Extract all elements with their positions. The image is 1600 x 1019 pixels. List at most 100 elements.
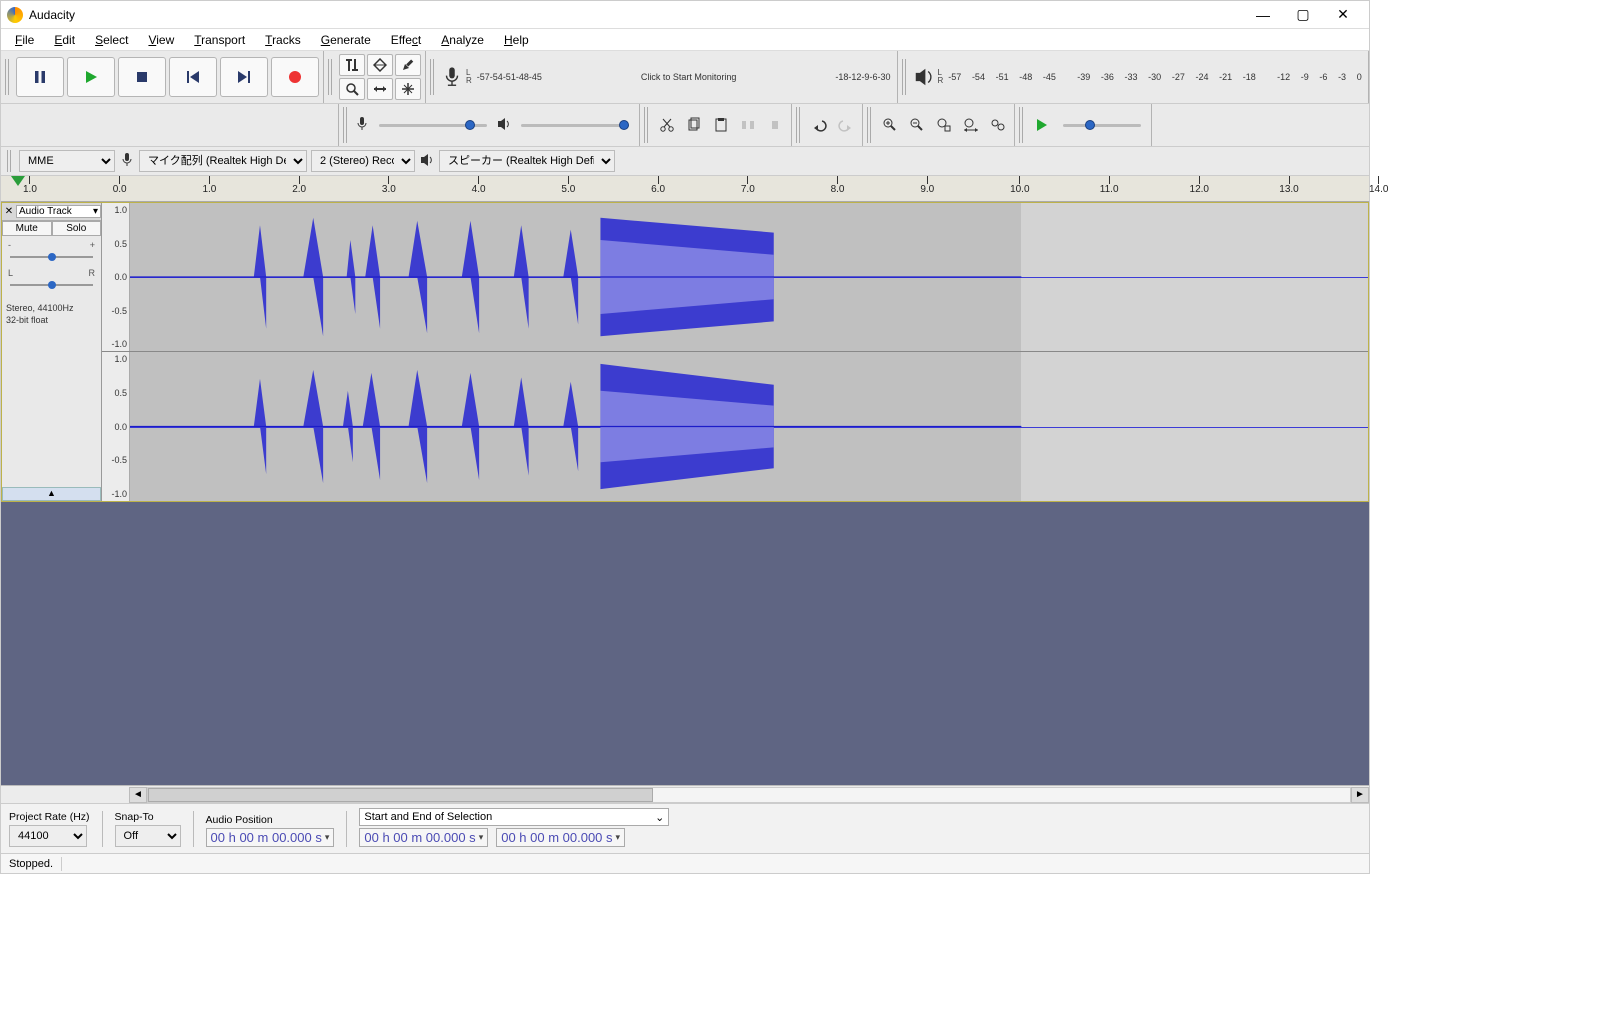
project-rate-select[interactable]: 44100 (9, 825, 87, 847)
ruler-tick: 3.0 (382, 176, 396, 195)
window-maximize-button[interactable]: ▢ (1283, 2, 1323, 28)
speaker-icon[interactable] (913, 66, 935, 88)
trim-button[interactable] (736, 113, 760, 137)
audio-host-select[interactable]: MME (19, 150, 115, 172)
play-button[interactable] (67, 57, 115, 97)
microphone-icon (119, 152, 135, 171)
menu-view[interactable]: View (138, 31, 184, 49)
menu-analyze[interactable]: Analyze (431, 31, 494, 49)
menu-generate[interactable]: Generate (311, 31, 381, 49)
redo-button[interactable] (834, 113, 858, 137)
toolbar-grip[interactable] (644, 107, 650, 143)
timeline-ruler[interactable]: 1.00.01.02.03.04.05.06.07.08.09.010.011.… (1, 176, 1369, 202)
menu-tracks[interactable]: Tracks (255, 31, 311, 49)
pause-button[interactable] (16, 57, 64, 97)
skip-start-button[interactable] (169, 57, 217, 97)
scroll-thumb[interactable] (148, 788, 653, 802)
ruler-tick: 12.0 (1190, 176, 1209, 195)
mixer-sliders (339, 104, 640, 146)
cut-button[interactable] (655, 113, 679, 137)
record-button[interactable] (271, 57, 319, 97)
waveform-channel-left[interactable] (130, 203, 1368, 351)
menu-transport[interactable]: Transport (184, 31, 255, 49)
microphone-icon[interactable] (441, 66, 463, 88)
toolbar-grip[interactable] (7, 150, 13, 172)
record-meter-hint[interactable]: Click to Start Monitoring (542, 72, 836, 82)
fit-selection-button[interactable] (932, 113, 956, 137)
track-name-dropdown[interactable]: Audio Track▾ (16, 205, 101, 218)
ruler-tick: 14.0 (1369, 176, 1388, 195)
toolbar-grip[interactable] (430, 59, 436, 95)
toolbar-grip[interactable] (796, 107, 802, 143)
selection-start-value[interactable]: 00 h 00 m 00.000 s▾ (359, 828, 488, 847)
draw-tool[interactable] (395, 54, 421, 76)
envelope-tool[interactable] (367, 54, 393, 76)
ruler-tick: 6.0 (651, 176, 665, 195)
playback-device-select[interactable]: スピーカー (Realtek High Defir (439, 150, 615, 172)
recording-channels-select[interactable]: 2 (Stereo) Recor (311, 150, 415, 172)
audio-position-value[interactable]: 00 h 00 m 00.000 s▾ (206, 828, 335, 847)
menu-file[interactable]: File (5, 31, 44, 49)
multi-tool[interactable] (395, 78, 421, 100)
recording-volume-slider[interactable] (373, 118, 493, 132)
toolbar-grip[interactable] (5, 59, 11, 95)
selection-tool[interactable] (339, 54, 365, 76)
recording-device-select[interactable]: マイク配列 (Realtek High Def (139, 150, 307, 172)
menu-help[interactable]: Help (494, 31, 539, 49)
copy-button[interactable] (682, 113, 706, 137)
transport-toolbar (1, 51, 324, 103)
track-gain-slider[interactable] (8, 252, 95, 262)
window-title: Audacity (29, 8, 1243, 22)
meter-lr-label: LR (938, 69, 944, 85)
track-pan-slider[interactable] (8, 280, 95, 290)
snap-to-select[interactable]: Off (115, 825, 181, 847)
menu-bar: File Edit Select View Transport Tracks G… (1, 29, 1369, 51)
project-rate-label: Project Rate (Hz) (9, 811, 90, 823)
zoom-in-button[interactable] (878, 113, 902, 137)
zoom-tool[interactable] (339, 78, 365, 100)
menu-edit[interactable]: Edit (44, 31, 85, 49)
selection-end-value[interactable]: 00 h 00 m 00.000 s▾ (496, 828, 625, 847)
horizontal-scrollbar[interactable]: ◄ ► (1, 785, 1369, 803)
window-minimize-button[interactable]: — (1243, 2, 1283, 28)
paste-button[interactable] (709, 113, 733, 137)
timeshift-tool[interactable] (367, 78, 393, 100)
toolbar-grip[interactable] (1019, 107, 1025, 143)
ruler-tick: 4.0 (472, 176, 486, 195)
undo-button[interactable] (807, 113, 831, 137)
track-collapse-button[interactable]: ▲ (2, 487, 101, 501)
selection-mode-select[interactable]: Start and End of Selection⌄ (359, 808, 669, 826)
play-at-speed-button[interactable] (1030, 113, 1054, 137)
title-bar: Audacity — ▢ ✕ (1, 1, 1369, 29)
zoom-out-button[interactable] (905, 113, 929, 137)
ruler-tick: 0.0 (113, 176, 127, 195)
toolbar-grip[interactable] (902, 59, 908, 95)
snap-to-label: Snap-To (115, 811, 181, 823)
audio-position-label: Audio Position (206, 814, 335, 826)
toolbar-grip[interactable] (867, 107, 873, 143)
toolbar-row-1: LR -57-54-51-48-45 Click to Start Monito… (1, 51, 1369, 104)
ruler-tick: 1.0 (202, 176, 216, 195)
window-close-button[interactable]: ✕ (1323, 2, 1363, 28)
toolbar-grip[interactable] (343, 107, 349, 143)
track-solo-button[interactable]: Solo (52, 221, 102, 236)
recording-meter-toolbar: LR -57-54-51-48-45 Click to Start Monito… (426, 51, 898, 103)
track-mute-button[interactable]: Mute (2, 221, 52, 236)
waveform-channel-right[interactable] (130, 352, 1368, 501)
skip-end-button[interactable] (220, 57, 268, 97)
scroll-right-button[interactable]: ► (1351, 787, 1369, 803)
playback-volume-slider[interactable] (515, 118, 635, 132)
silence-button[interactable] (763, 113, 787, 137)
fit-project-button[interactable] (959, 113, 983, 137)
ruler-tick: 11.0 (1100, 176, 1119, 195)
empty-workspace[interactable] (1, 502, 1369, 785)
zoom-toggle-button[interactable] (986, 113, 1010, 137)
menu-select[interactable]: Select (85, 31, 138, 49)
scroll-left-button[interactable]: ◄ (129, 787, 147, 803)
toolbar-grip[interactable] (328, 59, 334, 95)
ruler-tick: 5.0 (561, 176, 575, 195)
playback-speed-slider[interactable] (1057, 118, 1147, 132)
menu-effect[interactable]: Effect (381, 31, 431, 49)
stop-button[interactable] (118, 57, 166, 97)
track-close-button[interactable]: ✕ (2, 206, 16, 217)
